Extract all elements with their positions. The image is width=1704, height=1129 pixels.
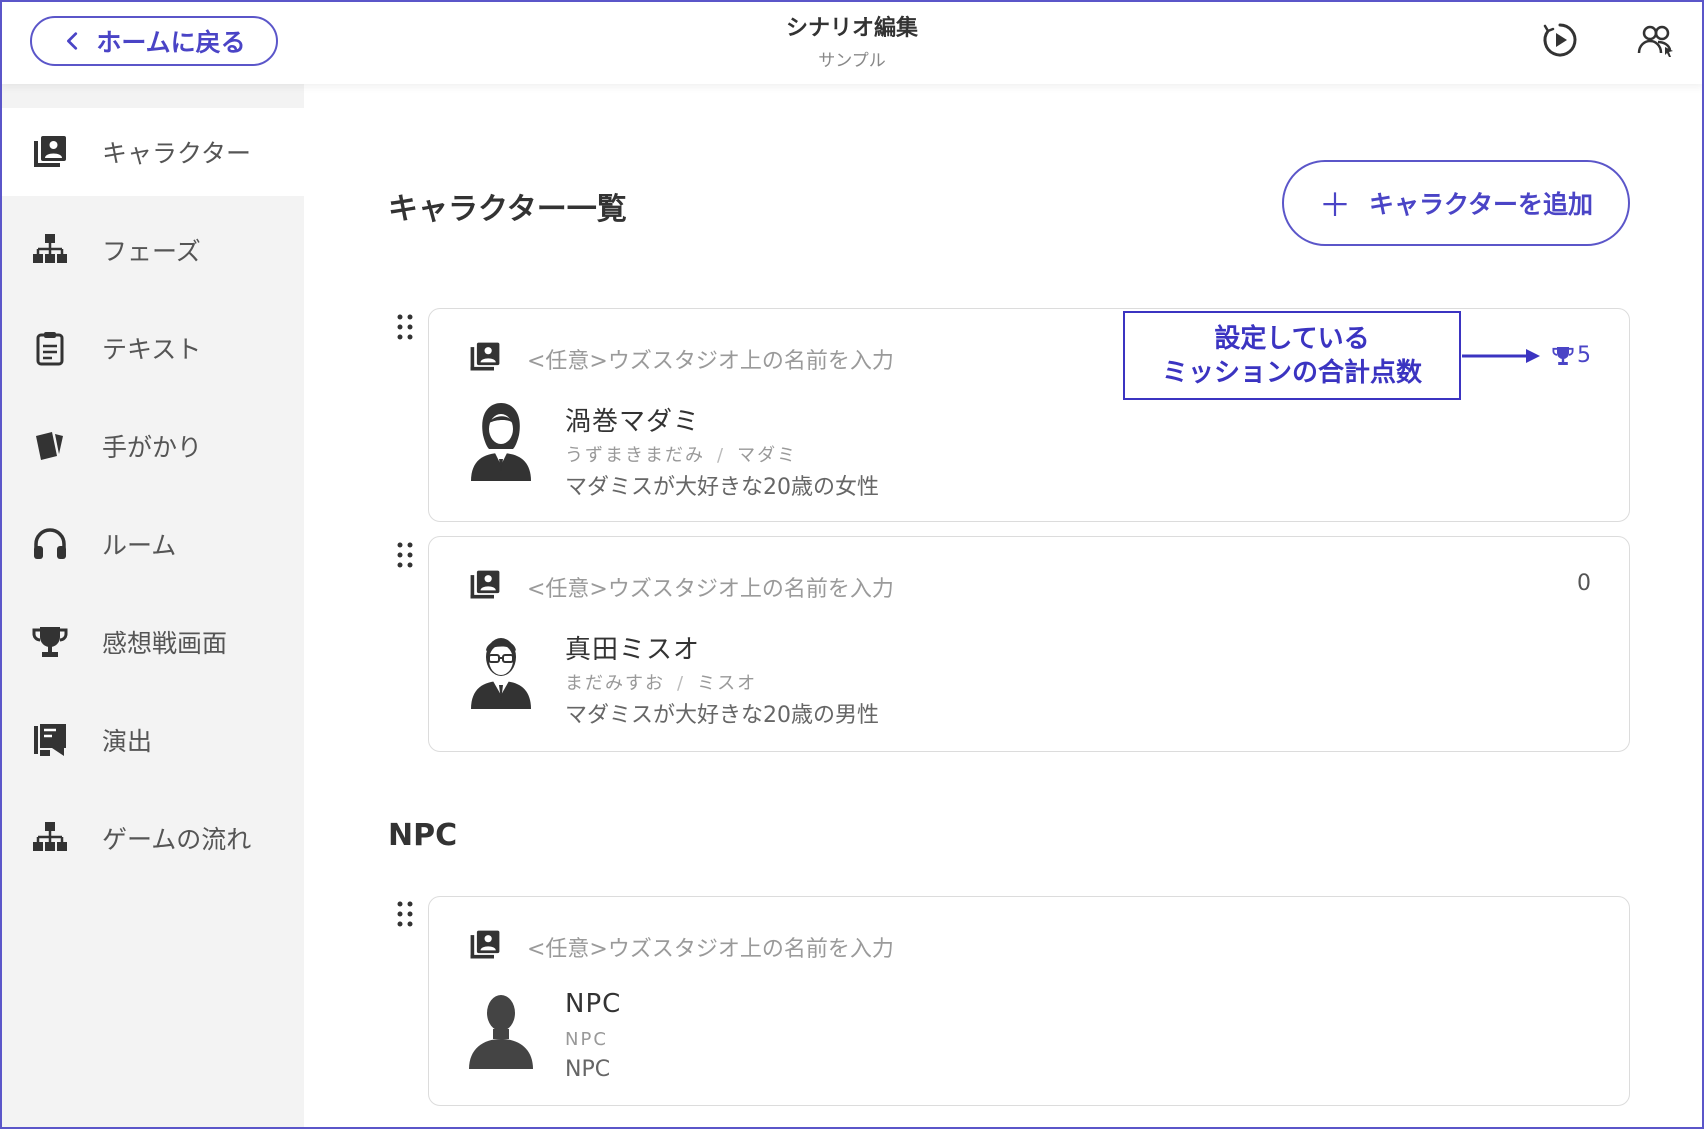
separator: / <box>717 445 726 466</box>
character-reading: うずまきまだみ <box>565 445 705 466</box>
npc-card[interactable]: <任意>ウズスタジオ上の名前を入力 NPC NPC NPC <box>428 896 1630 1106</box>
mission-score-value: 0 <box>1577 571 1591 596</box>
hierarchy-icon <box>30 230 70 270</box>
plus-icon: ＋ <box>1318 187 1351 223</box>
studio-name-input[interactable]: <任意>ウズスタジオ上の名前を入力 <box>527 931 894 963</box>
male-avatar-icon <box>469 629 533 709</box>
hierarchy-icon <box>30 818 70 858</box>
character-nickname: マダミ <box>737 445 798 466</box>
trophy-icon <box>30 622 70 662</box>
sidebar-item-character[interactable]: キャラクター <box>2 108 304 196</box>
npc-section-title: NPC <box>388 818 458 853</box>
sidebar-item-label: 感想戦画面 <box>102 629 228 658</box>
character-name: 渦巻マダミ <box>565 407 701 437</box>
studio-name-input[interactable]: <任意>ウズスタジオ上の名前を入力 <box>527 343 894 375</box>
character-name: 真田ミスオ <box>565 635 701 665</box>
separator: / <box>677 673 686 694</box>
character-icon <box>30 132 70 172</box>
character-reading: まだみすお <box>565 673 665 694</box>
drag-handle-icon[interactable] <box>394 900 416 928</box>
drag-handle-icon[interactable] <box>394 541 416 569</box>
npc-reading: NPC <box>565 1029 608 1050</box>
character-card[interactable]: <任意>ウズスタジオ上の名前を入力 0 真田ミスオ まだみすお / ミスオ マダミス… <box>428 536 1630 752</box>
effects-icon <box>30 720 70 760</box>
sidebar-item-game-flow[interactable]: ゲームの流れ <box>2 794 304 882</box>
preview-play-icon[interactable] <box>1540 20 1580 60</box>
sidebar-item-label: ルーム <box>102 531 177 560</box>
add-character-button[interactable]: ＋ キャラクターを追加 <box>1282 160 1630 246</box>
sidebar-item-label: キャラクター <box>102 139 252 168</box>
sidebar-item-label: ゲームの流れ <box>102 825 252 854</box>
character-icon <box>467 927 503 963</box>
character-description: マダミスが大好きな20歳の男性 <box>565 703 879 728</box>
page-subtitle: サンプル <box>818 51 886 71</box>
clipboard-icon <box>30 328 70 368</box>
annotation-arrow-icon <box>1462 346 1542 366</box>
sidebar-item-label: 手がかり <box>102 433 203 462</box>
character-reading-line: うずまきまだみ / マダミ <box>565 441 797 467</box>
mission-score: 0 <box>1577 571 1591 596</box>
sidebar-item-room[interactable]: ルーム <box>2 500 304 588</box>
annotation-line-1: 設定している <box>1214 323 1370 354</box>
character-list-title: キャラクター一覧 <box>388 192 627 227</box>
sidebar-item-review-screen[interactable]: 感想戦画面 <box>2 598 304 686</box>
sidebar-item-label: フェーズ <box>102 237 201 266</box>
annotation-line-2: ミッションの合計点数 <box>1161 357 1422 388</box>
top-header: ホームに戻る シナリオ編集 サンプル <box>0 0 1704 84</box>
page-title: シナリオ編集 <box>785 16 918 41</box>
drag-handle-icon[interactable] <box>394 313 416 341</box>
sidebar-item-clues[interactable]: 手がかり <box>2 402 304 490</box>
sidebar-item-phase[interactable]: フェーズ <box>2 206 304 294</box>
sidebar: キャラクター フェーズ テキスト 手がかり ルーム 感想戦画面 演出 ゲームの流… <box>2 84 304 1127</box>
npc-name: NPC <box>565 989 622 1019</box>
sidebar-item-label: テキスト <box>102 335 202 364</box>
annotation-callout: 設定している ミッションの合計点数 <box>1123 311 1461 400</box>
cards-icon <box>30 426 70 466</box>
studio-name-input[interactable]: <任意>ウズスタジオ上の名前を入力 <box>527 571 894 603</box>
npc-avatar-icon <box>469 989 533 1069</box>
character-reading-line: まだみすお / ミスオ <box>565 669 757 695</box>
users-icon[interactable] <box>1636 20 1676 60</box>
headphones-icon <box>30 524 70 564</box>
mission-score-value: 5 <box>1577 343 1591 368</box>
mission-score: 5 <box>1551 343 1591 368</box>
sidebar-item-label: 演出 <box>102 727 153 756</box>
character-description: マダミスが大好きな20歳の女性 <box>565 475 879 500</box>
character-icon <box>467 567 503 603</box>
character-nickname: ミスオ <box>697 673 758 694</box>
female-avatar-icon <box>469 401 533 481</box>
sidebar-item-text[interactable]: テキスト <box>2 304 304 392</box>
character-icon <box>467 339 503 375</box>
add-character-label: キャラクターを追加 <box>1369 191 1594 219</box>
trophy-icon <box>1552 346 1574 365</box>
npc-description: NPC <box>565 1057 611 1082</box>
sidebar-item-effects[interactable]: 演出 <box>2 696 304 784</box>
